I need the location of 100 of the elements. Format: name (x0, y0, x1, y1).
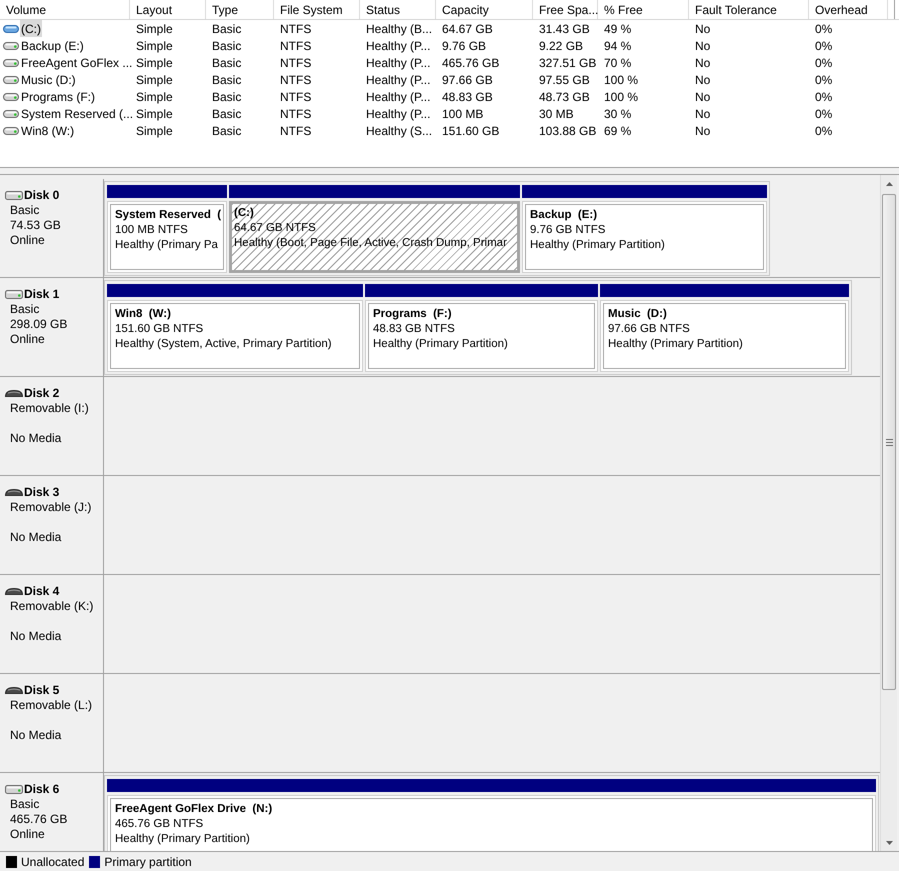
disk-name: Disk 1 (24, 287, 60, 302)
drive-label[interactable]: System Reserved (... (20, 105, 134, 122)
drive-icon (3, 110, 19, 118)
table-cell-text: Healthy (P... (366, 38, 430, 54)
disk-type: Removable (L:) (10, 698, 92, 713)
disk-status: No Media (10, 530, 62, 545)
column-header[interactable]: Type (206, 0, 274, 19)
table-cell-text: Simple (136, 38, 173, 54)
removable-drive-icon (5, 588, 23, 595)
scrollbar-thumb[interactable] (882, 194, 896, 690)
table-cell-text: Basic (212, 88, 242, 106)
table-cell-text: 103.88 GB (539, 122, 596, 140)
partition-size: 64.67 GB NTFS (234, 221, 316, 236)
partition-box[interactable]: Programs (F:) 48.83 GB NTFS Healthy (Primary Partition) (365, 300, 598, 372)
table-cell-text: 49 % (604, 20, 632, 38)
disk-name: Disk 0 (24, 188, 60, 203)
table-cell-text: 151.60 GB (442, 122, 500, 140)
legend-label: Unallocated (21, 854, 84, 870)
disk-type: Basic (10, 302, 40, 317)
partition-box[interactable]: Backup (E:) 9.76 GB NTFS Healthy (Primary Partition) (522, 201, 767, 273)
table-cell-text: 97.55 GB (539, 72, 590, 88)
table-cell-text: 0% (815, 38, 832, 54)
column-header[interactable]: Fault Tolerance (689, 0, 809, 19)
column-header[interactable]: Overhead (809, 0, 888, 19)
table-cell-text: 100 MB (442, 106, 484, 122)
partition-box[interactable]: (C:) 64.67 GB NTFS Healthy (Boot, Page File, Active, Crash Dump, Primar (229, 201, 520, 273)
column-header[interactable]: % Free (598, 0, 689, 19)
partition-status: Healthy (Primary Partition) (608, 337, 743, 352)
table-cell-text: 48.83 GB (442, 88, 493, 106)
partition-status: Healthy (Primary Partition) (373, 337, 508, 352)
table-cell-text: NTFS (280, 72, 312, 88)
drive-icon (3, 92, 19, 100)
partition-label: Win8 (W:) (115, 307, 171, 322)
table-cell-text: Simple (136, 54, 173, 72)
table-cell-text: 31.43 GB (539, 20, 590, 38)
disk-type: Basic (10, 797, 40, 812)
table-cell-text: NTFS (280, 38, 312, 54)
column-header[interactable]: Capacity (436, 0, 533, 19)
partition-box[interactable]: FreeAgent GoFlex Drive (N:) 465.76 GB NTFS Healthy (Primary Partition) (107, 795, 876, 851)
disk-status: No Media (10, 431, 62, 446)
disk-type: Basic (10, 203, 40, 218)
table-cell-text: Healthy (B... (366, 20, 432, 38)
drive-label[interactable]: (C:) (20, 20, 42, 37)
table-cell-text: 94 % (604, 38, 632, 54)
drive-icon (3, 76, 19, 84)
table-cell-text: Simple (136, 106, 173, 122)
disk-type: Removable (K:) (10, 599, 94, 614)
table-cell-text: NTFS (280, 122, 312, 140)
column-header[interactable]: Layout (130, 0, 206, 19)
hard-drive-icon (5, 290, 23, 299)
partition-label: Backup (E:) (530, 208, 598, 223)
partition-box[interactable]: Music (D:) 97.66 GB NTFS Healthy (Primary Partition) (600, 300, 849, 372)
drive-label[interactable]: Backup (E:) (20, 37, 85, 54)
column-header[interactable]: Volume (0, 0, 130, 19)
disk-status: No Media (10, 629, 62, 644)
partition-status: Healthy (Primary Partition) (115, 832, 250, 847)
table-cell-text: 69 % (604, 122, 632, 140)
drive-label[interactable]: Music (D:) (20, 71, 77, 88)
table-cell-text: NTFS (280, 106, 312, 122)
table-cell-text: Healthy (S... (366, 122, 432, 140)
partition-size: 465.76 GB NTFS (115, 817, 204, 832)
partition-label: Programs (F:) (373, 307, 452, 322)
table-cell-text: 97.66 GB (442, 72, 493, 88)
partition-status: Healthy (Boot, Page File, Active, Crash Dump, Primar (234, 236, 507, 251)
partition-label: (C:) (234, 206, 254, 221)
scrollbar-track[interactable] (880, 175, 897, 851)
disk-size: 74.53 GB (10, 218, 61, 233)
table-cell-text: 48.73 GB (539, 88, 590, 106)
table-cell-text: Healthy (P... (366, 72, 430, 88)
removable-drive-icon (5, 390, 23, 397)
table-cell-text: 0% (815, 106, 832, 122)
table-cell-text: No (695, 20, 710, 38)
partition-box[interactable]: System Reserved ( 100 MB NTFS Healthy (Primary Pa (107, 201, 227, 273)
table-cell-text: NTFS (280, 54, 312, 72)
table-cell-text: No (695, 106, 710, 122)
column-header[interactable]: Free Spa... (533, 0, 598, 19)
partition-status: Healthy (System, Active, Primary Partition) (115, 337, 332, 352)
table-cell-text: No (695, 54, 710, 72)
grip-icon (886, 438, 892, 446)
table-cell-text: 9.76 GB (442, 38, 486, 54)
drive-label[interactable]: FreeAgent GoFlex ... (20, 54, 134, 71)
table-cell-text: Basic (212, 20, 242, 38)
table-cell-text: 0% (815, 20, 832, 38)
table-cell-text: Basic (212, 38, 242, 54)
table-cell-text: NTFS (280, 20, 312, 38)
hard-drive-icon (5, 785, 23, 794)
partition-label: System Reserved ( (115, 208, 222, 223)
column-header[interactable]: Status (360, 0, 436, 19)
table-cell-text: Healthy (P... (366, 88, 430, 106)
table-cell-text: No (695, 122, 710, 140)
column-header[interactable]: File System (274, 0, 360, 19)
table-cell-text: 0% (815, 72, 832, 88)
legend-label: Primary partition (104, 854, 192, 870)
partition-box[interactable]: Win8 (W:) 151.60 GB NTFS Healthy (System, Active, Primary Partition) (107, 300, 363, 372)
drive-label[interactable]: Win8 (W:) (20, 122, 76, 139)
table-cell-text: Basic (212, 122, 242, 140)
table-cell-text: Simple (136, 88, 173, 106)
table-cell-text: No (695, 72, 710, 88)
drive-label[interactable]: Programs (F:) (20, 88, 96, 105)
table-cell-text: 100 % (604, 88, 638, 106)
